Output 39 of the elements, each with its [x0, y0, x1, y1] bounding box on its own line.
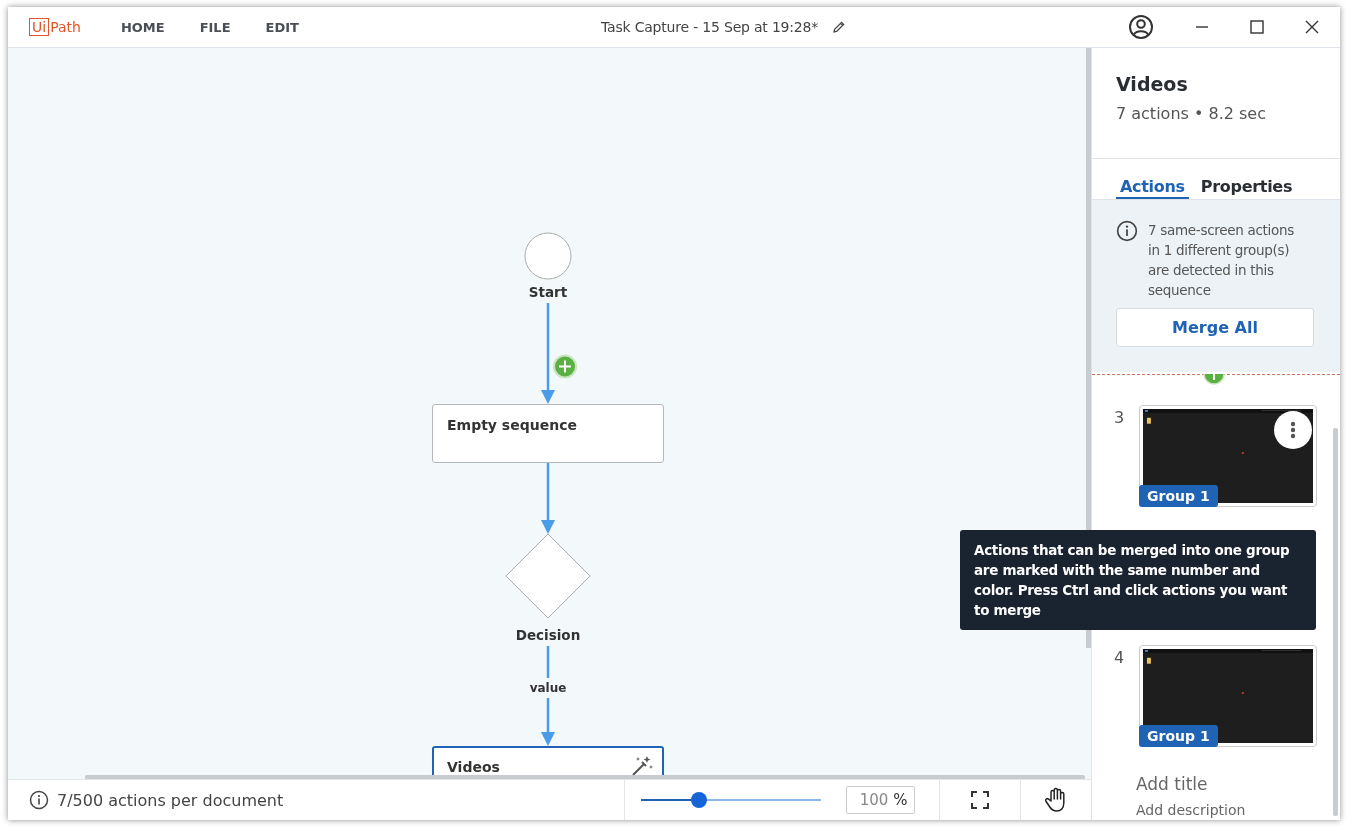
add-step-icon[interactable]: [1203, 374, 1225, 386]
group-badge: Group 1: [1139, 725, 1218, 747]
menu-item[interactable]: HOME: [120, 19, 165, 35]
info-icon: [29, 790, 49, 810]
panel-summary: 7 actions • 8.2 sec: [1116, 104, 1267, 123]
user-icon[interactable]: [1128, 14, 1154, 40]
description-field[interactable]: Add description: [1136, 800, 1326, 820]
action-card[interactable]: Group 1: [1139, 405, 1317, 507]
pencil-icon[interactable]: [832, 20, 847, 34]
merge-all-button[interactable]: Merge All: [1116, 308, 1314, 347]
add-step-icon[interactable]: [553, 354, 577, 379]
start-node[interactable]: [524, 232, 572, 280]
logo: Ui Path: [29, 18, 81, 36]
branch-label: value: [528, 680, 568, 696]
fit-screen-icon[interactable]: [971, 791, 990, 809]
window-title: Task Capture - 15 Sep at 19:28*: [601, 19, 819, 35]
close-icon[interactable]: [1305, 20, 1319, 34]
menu-item[interactable]: EDIT: [265, 19, 299, 35]
title-field[interactable]: Add title: [1136, 772, 1326, 796]
node-label: Decision: [514, 626, 582, 644]
sequence-node[interactable]: Empty sequence: [432, 404, 664, 463]
node-label: Start: [527, 283, 569, 301]
flow-arrow: [541, 463, 555, 534]
step-number: 4: [1114, 647, 1124, 669]
action-count: 7/500 actions per document: [57, 790, 284, 810]
info-icon: [1116, 220, 1138, 242]
maximize-icon[interactable]: [1250, 20, 1264, 34]
panel-title: Videos: [1116, 73, 1189, 95]
tab[interactable]: Properties: [1196, 177, 1297, 199]
decision-node[interactable]: [505, 533, 591, 619]
step-number: 3: [1114, 407, 1124, 429]
tooltip: Actions that can be merged into one group are marked with the same number and color. Press Ctrl and click actions you want to merge: [960, 530, 1316, 630]
more-icon: [1290, 421, 1296, 439]
menu-item[interactable]: FILE: [199, 19, 231, 35]
magic-wand-icon[interactable]: [631, 755, 653, 777]
unit-label: %: [893, 791, 908, 809]
action-card[interactable]: Group 1: [1139, 645, 1317, 747]
group-badge: Group 1: [1139, 485, 1218, 507]
notice-text: 7 same-screen actions in 1 different group(s) are detected in this sequence: [1148, 221, 1295, 300]
